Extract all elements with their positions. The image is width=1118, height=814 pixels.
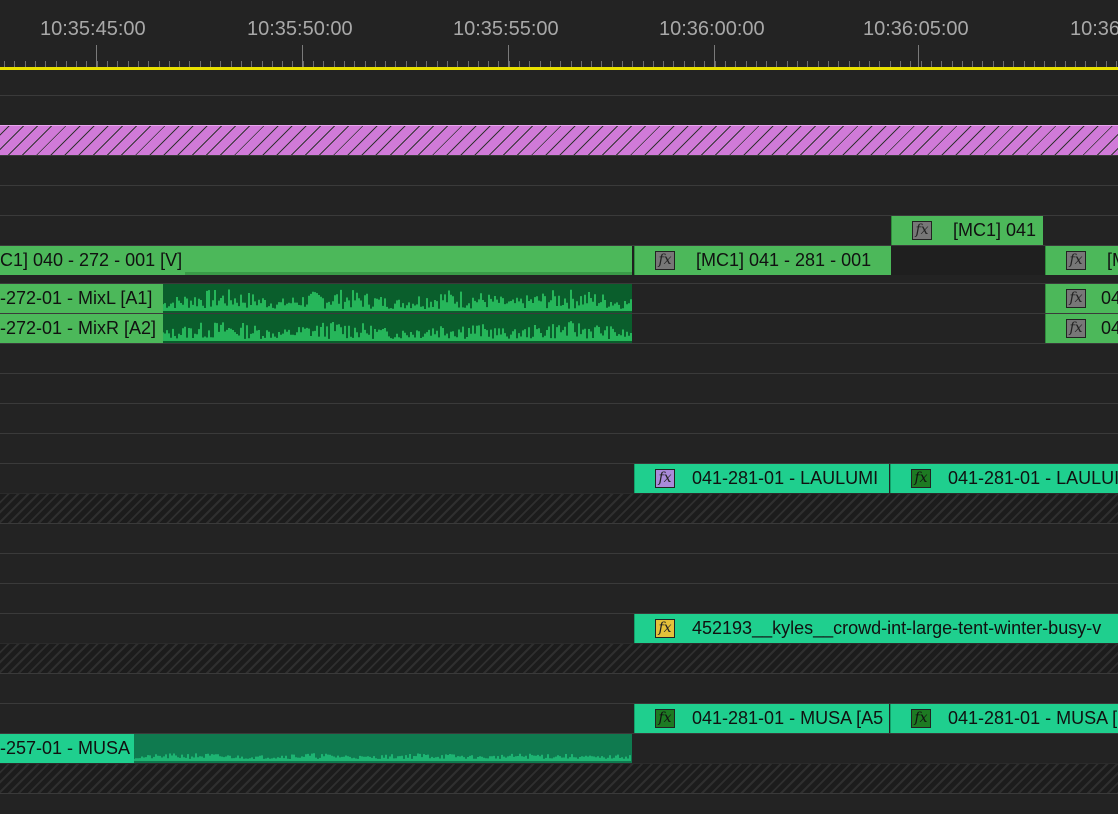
work-area-bar[interactable]: [0, 67, 1118, 70]
audio-waveform: [163, 314, 632, 343]
fx-badge-icon[interactable]: fx: [655, 469, 675, 488]
track-lane[interactable]: [0, 673, 1118, 703]
track-lane[interactable]: [0, 403, 1118, 433]
timecode-label: 10:36:00:00: [659, 18, 765, 40]
fx-badge-icon[interactable]: fx: [911, 469, 931, 488]
fx-badge-icon[interactable]: fx: [1066, 319, 1086, 338]
clip-label: 041-281-01 - MUSA [A5: [692, 708, 884, 728]
track-lane[interactable]: [0, 433, 1118, 463]
empty-track-hatch: [0, 493, 1118, 523]
timeline-panel[interactable]: 10:35:45:00 10:35:50:00 10:35:55:00 10:3…: [0, 0, 1118, 814]
clip-label: 04: [1101, 288, 1118, 308]
audio-waveform: [163, 284, 632, 313]
ruler-major-tick: [508, 45, 509, 67]
clip-label: [M: [1107, 250, 1118, 270]
clip-label: -257-01 - MUSA: [0, 738, 131, 758]
clip-label: 04: [1101, 318, 1118, 338]
track-lane[interactable]: [0, 155, 1118, 185]
ruler-major-tick: [714, 45, 715, 67]
video-clip[interactable]: C1] 040 - 272 - 001 [V]: [0, 246, 632, 275]
timecode-label: 10:35:45:00: [40, 18, 146, 40]
clip-label: -272-01 - MixL [A1]: [0, 288, 153, 308]
audio-clip[interactable]: fx 04: [1045, 314, 1118, 343]
timecode-label: 10:35:55:00: [453, 18, 559, 40]
empty-track-hatch: [0, 763, 1118, 794]
timecode-label: 10:36:1: [1070, 18, 1118, 40]
audio-clip[interactable]: fx 04: [1045, 284, 1118, 313]
audio-clip[interactable]: fx 041-281-01 - LAULUMI: [634, 464, 889, 493]
time-ruler[interactable]: 10:35:45:00 10:35:50:00 10:35:55:00 10:3…: [0, 0, 1118, 70]
fx-badge-icon[interactable]: fx: [655, 619, 675, 638]
audio-clip[interactable]: -257-01 - MUSA: [0, 734, 632, 763]
clip-label: 041-281-01 - LAULUI: [948, 468, 1118, 488]
fx-badge-icon[interactable]: fx: [655, 709, 675, 728]
clip-label: 452193__kyles__crowd-int-large-tent-wint…: [692, 618, 1102, 638]
clip-label: C1] 040 - 272 - 001 [V]: [0, 250, 183, 270]
audio-clip[interactable]: fx 041-281-01 - MUSA [: [890, 704, 1118, 733]
ruler-major-tick: [96, 45, 97, 67]
empty-track-hatch: [0, 643, 1118, 673]
clip-label: [MC1] 041: [953, 220, 1037, 240]
track-lane[interactable]: [0, 343, 1118, 373]
adjustment-layer-clip[interactable]: [0, 125, 1118, 157]
audio-clip[interactable]: fx 041-281-01 - LAULUI: [890, 464, 1118, 493]
fx-badge-icon[interactable]: fx: [911, 709, 931, 728]
video-clip[interactable]: fx [MC1] 041: [891, 216, 1043, 245]
track-lane[interactable]: [0, 553, 1118, 583]
clip-label: 041-281-01 - LAULUMI: [692, 468, 879, 488]
clip-edge: [185, 272, 632, 275]
audio-clip[interactable]: fx 041-281-01 - MUSA [A5: [634, 704, 889, 733]
waveform-path: [163, 289, 632, 311]
clip-label: [MC1] 041 - 281 - 001: [696, 250, 872, 270]
ruler-major-tick: [302, 45, 303, 67]
waveform-path: [134, 753, 631, 761]
fx-badge-icon[interactable]: fx: [1066, 289, 1086, 308]
track-lane[interactable]: [0, 95, 1118, 125]
audio-clip[interactable]: fx 452193__kyles__crowd-int-large-tent-w…: [634, 614, 1118, 643]
track-lane[interactable]: [0, 523, 1118, 553]
track-lane[interactable]: [0, 185, 1118, 215]
timecode-label: 10:36:05:00: [863, 18, 969, 40]
track-lane[interactable]: [0, 793, 1118, 814]
fx-badge-icon[interactable]: fx: [1066, 251, 1086, 270]
audio-clip[interactable]: -272-01 - MixR [A2]: [0, 314, 632, 343]
clip-label: 041-281-01 - MUSA [: [948, 708, 1118, 728]
audio-clip[interactable]: -272-01 - MixL [A1]: [0, 284, 632, 313]
clip-label: -272-01 - MixR [A2]: [0, 318, 157, 338]
track-lane[interactable]: [0, 583, 1118, 613]
track-lane[interactable]: [0, 373, 1118, 403]
video-clip[interactable]: fx [MC1] 041 - 281 - 001: [634, 246, 891, 275]
fx-badge-icon[interactable]: fx: [655, 251, 675, 270]
audio-waveform: [134, 734, 632, 763]
waveform-path: [163, 321, 632, 341]
fx-badge-icon[interactable]: fx: [912, 221, 932, 240]
timecode-label: 10:35:50:00: [247, 18, 353, 40]
video-clip[interactable]: fx [M: [1045, 246, 1118, 275]
ruler-major-tick: [918, 45, 919, 67]
